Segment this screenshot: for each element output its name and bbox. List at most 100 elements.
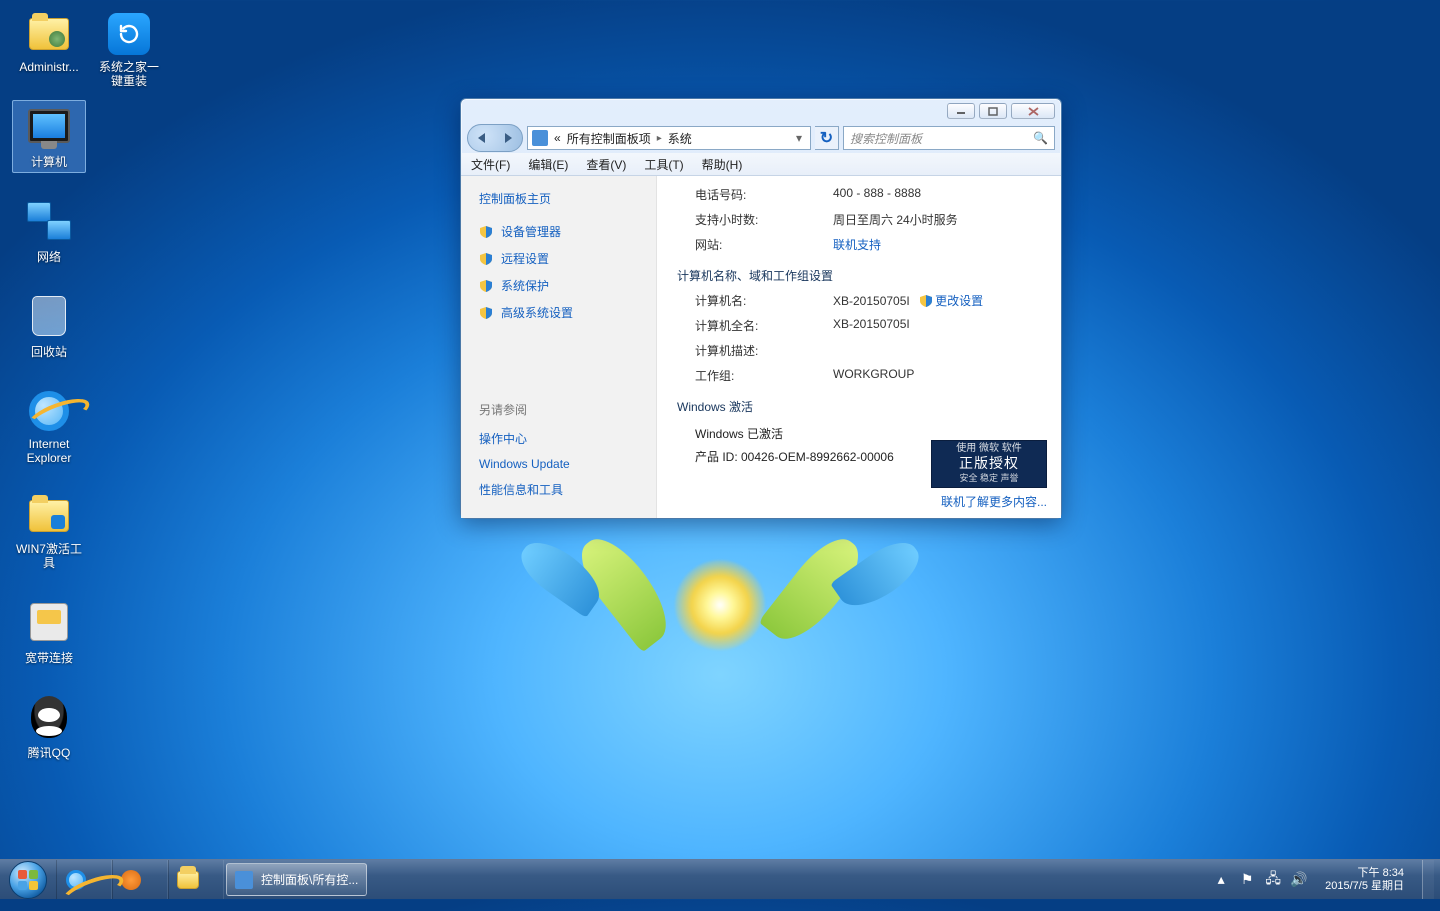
taskbar: 控制面板\所有控... ▴ ⚑ 🖧 🔊 下午 8:34 2015/7/5 星期日 <box>0 859 1440 899</box>
sidebar-link-performance[interactable]: 性能信息和工具 <box>479 481 638 498</box>
refresh-button[interactable]: ↻ <box>815 126 839 150</box>
search-icon: 🔍 <box>1033 131 1048 145</box>
full-name-value: XB-20150705I <box>833 317 1045 331</box>
menu-edit[interactable]: 编辑(E) <box>528 156 568 172</box>
media-player-icon <box>121 870 141 890</box>
menu-view[interactable]: 查看(V) <box>586 156 626 172</box>
show-desktop-button[interactable] <box>1422 860 1434 899</box>
computer-name-label: 计算机名: <box>695 292 833 309</box>
taskbar-item-label: 控制面板\所有控... <box>261 871 358 888</box>
folder-icon <box>26 11 72 57</box>
section-activation: Windows 激活 <box>677 398 1045 415</box>
tray-flag-icon[interactable]: ⚑ <box>1239 872 1255 888</box>
windows-logo-icon <box>9 861 47 899</box>
shield-icon <box>919 294 933 308</box>
desktop-icon-reinstall-app[interactable]: 系统之家一键重装 <box>92 8 166 92</box>
tray-show-hidden-icon[interactable]: ▴ <box>1213 872 1229 888</box>
computer-name-value: XB-20150705I 更改设置 <box>833 292 1045 309</box>
shield-icon <box>479 225 493 239</box>
menu-file[interactable]: 文件(F) <box>471 156 510 172</box>
hours-value: 周日至周六 24小时服务 <box>833 211 1045 228</box>
sidebar-link-system-protection[interactable]: 系统保护 <box>479 277 638 294</box>
sidebar-link-windows-update[interactable]: Windows Update <box>479 457 638 471</box>
window-titlebar[interactable] <box>461 99 1061 123</box>
nav-back-forward[interactable] <box>467 124 523 152</box>
menu-help[interactable]: 帮助(H) <box>702 156 743 172</box>
breadcrumb-chevron: « <box>554 131 561 145</box>
system-properties-window: « 所有控制面板项▸ 系统 ▾ ↻ 搜索控制面板 🔍 文件(F) 编辑(E) 查… <box>460 98 1062 519</box>
breadcrumb-root[interactable]: 所有控制面板项 <box>567 130 651 147</box>
search-input[interactable]: 搜索控制面板 🔍 <box>843 126 1055 150</box>
sidebar: 控制面板主页 设备管理器 远程设置 系统保护 高级系统设置 另请参阅 操作中心 … <box>461 176 657 518</box>
change-settings-link[interactable]: 更改设置 <box>919 294 983 308</box>
control-panel-icon <box>235 871 253 889</box>
ie-icon <box>65 869 87 891</box>
sidebar-link-action-center[interactable]: 操作中心 <box>479 430 638 447</box>
section-computer-name: 计算机名称、域和工作组设置 <box>677 267 1045 284</box>
desktop-icon-label: Internet Explorer <box>27 438 72 466</box>
folder-icon <box>26 493 72 539</box>
system-tray: ▴ ⚑ 🖧 🔊 下午 8:34 2015/7/5 星期日 <box>1207 860 1440 899</box>
window-content: 控制面板主页 设备管理器 远程设置 系统保护 高级系统设置 另请参阅 操作中心 … <box>461 175 1061 518</box>
phone-label: 电话号码: <box>695 186 833 203</box>
desktop-icon-dialup[interactable]: 宽带连接 <box>12 596 86 669</box>
full-name-label: 计算机全名: <box>695 317 833 334</box>
desktop-icon-internet-explorer[interactable]: Internet Explorer <box>12 385 86 469</box>
genuine-line2: 正版授权 <box>959 456 1019 474</box>
desktop-icon-win7-activation[interactable]: WIN7激活工具 <box>12 490 86 574</box>
desktop-icon-administrator[interactable]: Administr... <box>12 8 86 78</box>
desktop-icon-label: 系统之家一键重装 <box>95 61 163 89</box>
taskbar-pin-ie[interactable] <box>56 860 112 899</box>
shield-icon <box>479 306 493 320</box>
learn-more-link[interactable]: 联机了解更多内容... <box>941 493 1047 510</box>
maximize-button[interactable] <box>979 103 1007 119</box>
minimize-button[interactable] <box>947 103 975 119</box>
desktop-icon-label: Administr... <box>19 61 78 75</box>
start-button[interactable] <box>0 860 56 899</box>
taskbar-clock[interactable]: 下午 8:34 2015/7/5 星期日 <box>1317 864 1412 894</box>
main-panel: 电话号码: 400 - 888 - 8888 支持小时数: 周日至周六 24小时… <box>657 176 1061 518</box>
desktop-icons-col1: Administr... 计算机 网络 回收站 Internet Explore… <box>12 8 86 764</box>
search-placeholder: 搜索控制面板 <box>850 130 922 147</box>
shield-icon <box>479 279 493 293</box>
control-panel-icon <box>532 130 548 146</box>
breadcrumb-bar[interactable]: « 所有控制面板项▸ 系统 ▾ <box>527 126 811 150</box>
desktop-wallpaper-flare <box>410 560 1030 720</box>
taskbar-item-control-panel[interactable]: 控制面板\所有控... <box>226 863 367 896</box>
desktop-icon-recycle-bin[interactable]: 回收站 <box>12 290 86 363</box>
site-link[interactable]: 联机支持 <box>833 236 1045 253</box>
chevron-right-icon: ▸ <box>657 133 662 144</box>
desktop-icon-network[interactable]: 网络 <box>12 195 86 268</box>
desktop-icon-qq[interactable]: 腾讯QQ <box>12 691 86 764</box>
taskbar-pin-explorer[interactable] <box>168 860 224 899</box>
site-label: 网站: <box>695 236 833 253</box>
app-icon <box>106 11 152 57</box>
desktop-icon-computer[interactable]: 计算机 <box>12 100 86 173</box>
sidebar-see-also: 另请参阅 <box>479 401 638 418</box>
computer-icon <box>26 103 72 149</box>
desktop-icon-label: 网络 <box>37 248 61 265</box>
clock-time: 下午 8:34 <box>1325 867 1404 879</box>
recycle-bin-icon <box>26 293 72 339</box>
genuine-line3: 安全 稳定 声誉 <box>959 473 1018 484</box>
sidebar-header[interactable]: 控制面板主页 <box>479 190 638 207</box>
close-button[interactable] <box>1011 103 1055 119</box>
menu-tools[interactable]: 工具(T) <box>644 156 683 172</box>
dialup-icon <box>26 599 72 645</box>
breadcrumb-dropdown-icon[interactable]: ▾ <box>792 131 806 145</box>
genuine-line1: 使用 微软 软件 <box>956 443 1022 456</box>
clock-date: 2015/7/5 星期日 <box>1325 880 1404 892</box>
back-icon <box>478 133 485 143</box>
tray-network-icon[interactable]: 🖧 <box>1265 872 1281 888</box>
qq-icon <box>26 694 72 740</box>
hours-label: 支持小时数: <box>695 211 833 228</box>
description-label: 计算机描述: <box>695 342 833 359</box>
sidebar-link-advanced-settings[interactable]: 高级系统设置 <box>479 304 638 321</box>
forward-icon <box>505 133 512 143</box>
tray-volume-icon[interactable]: 🔊 <box>1291 872 1307 888</box>
workgroup-label: 工作组: <box>695 367 833 384</box>
desktop-icons-col2: 系统之家一键重装 <box>92 8 166 92</box>
address-row: « 所有控制面板项▸ 系统 ▾ ↻ 搜索控制面板 🔍 <box>467 123 1055 153</box>
sidebar-link-device-manager[interactable]: 设备管理器 <box>479 223 638 240</box>
sidebar-link-remote-settings[interactable]: 远程设置 <box>479 250 638 267</box>
